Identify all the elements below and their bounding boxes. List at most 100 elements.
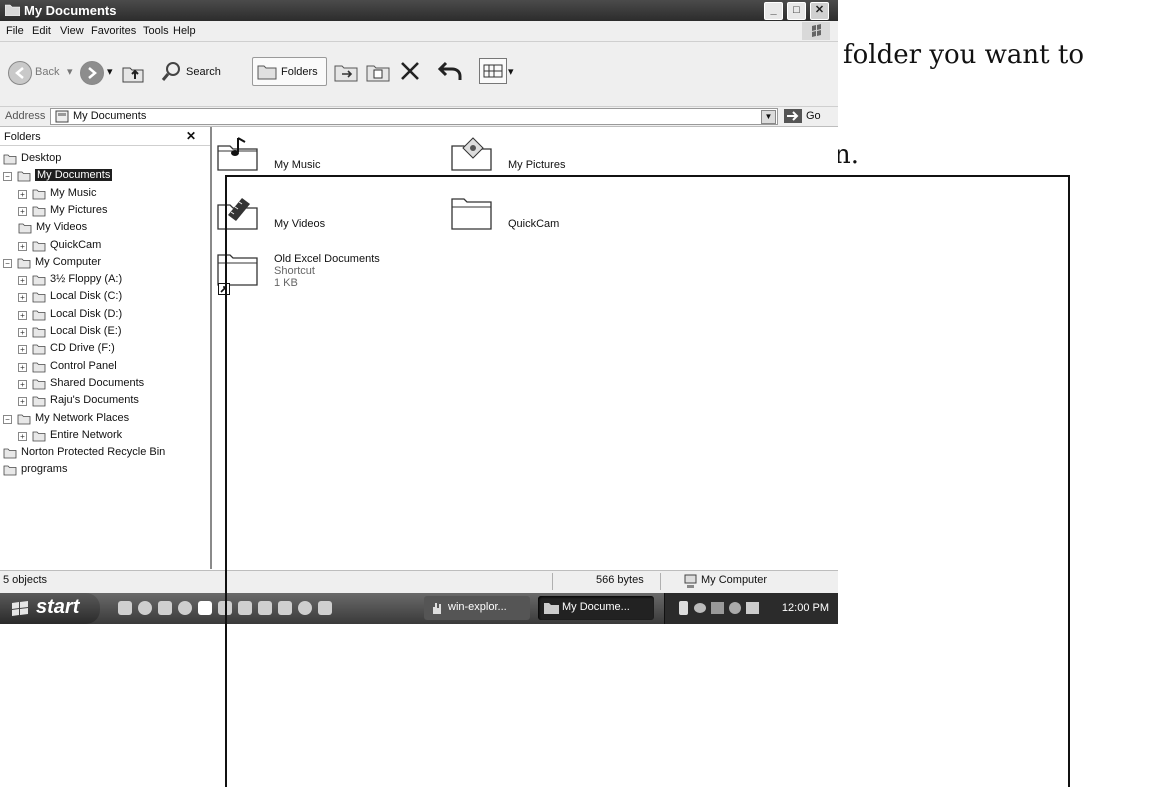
page-text-fragment-1: folder you want to: [843, 40, 1084, 70]
floppy-icon: [32, 275, 46, 286]
views-icon[interactable]: [479, 58, 507, 84]
minimize-button[interactable]: _: [764, 2, 783, 20]
music-folder-icon: [217, 137, 258, 171]
cd-drive-icon: [32, 344, 46, 355]
collapse-icon[interactable]: −: [3, 172, 12, 182]
videos-folder-icon: [18, 223, 32, 234]
views-dropdown-icon[interactable]: ▾: [508, 65, 514, 78]
tree-item-label: My Computer: [35, 255, 102, 268]
browser-icon[interactable]: [138, 601, 152, 615]
start-button[interactable]: start: [0, 593, 100, 624]
start-label: start: [36, 596, 80, 618]
tree-item-label: programs: [21, 463, 68, 476]
copy-to-icon[interactable]: [365, 58, 391, 84]
folders-icon: [257, 65, 277, 80]
tree-item-label: 3½ Floppy (A:): [50, 273, 123, 286]
expand-icon[interactable]: +: [18, 397, 27, 407]
maximize-button[interactable]: □: [787, 2, 806, 20]
windows-flag-icon: [12, 601, 28, 616]
address-input[interactable]: My Documents ▼: [50, 108, 778, 125]
tree-item-label: Entire Network: [50, 428, 123, 441]
expand-icon[interactable]: +: [18, 328, 27, 337]
title-bar[interactable]: My Documents _ □ ✕: [0, 0, 838, 21]
word-icon[interactable]: [198, 601, 212, 615]
close-pane-icon[interactable]: ✕: [186, 129, 196, 143]
expand-icon[interactable]: +: [18, 345, 27, 355]
forward-dropdown-icon[interactable]: ▾: [107, 65, 113, 78]
delete-icon[interactable]: [399, 60, 421, 82]
menu-tools[interactable]: Tools: [143, 25, 169, 37]
disk-icon: [32, 292, 46, 303]
status-object-count: 5 objects: [3, 574, 48, 586]
computer-icon: [17, 258, 31, 269]
menu-view[interactable]: View: [60, 25, 84, 37]
folders-label: Folders: [281, 66, 318, 78]
globe-icon: [32, 431, 46, 442]
window-title: My Documents: [24, 3, 117, 18]
expand-icon[interactable]: +: [18, 379, 27, 389]
folder-icon: [32, 379, 46, 390]
quicklaunch-icon[interactable]: [118, 601, 132, 615]
close-button[interactable]: ✕: [810, 2, 829, 20]
network-icon: [17, 414, 31, 424]
folder-icon: [32, 241, 46, 251]
menu-help[interactable]: Help: [173, 25, 196, 37]
tree-item-label: Raju's Documents: [50, 394, 139, 407]
pictures-folder-icon: [451, 137, 492, 171]
menu-file[interactable]: File: [6, 25, 24, 37]
tree-item-label: QuickCam: [50, 238, 102, 251]
expand-icon[interactable]: +: [18, 362, 27, 372]
tree-item-label: My Videos: [36, 221, 88, 234]
documents-icon: [55, 110, 69, 123]
pictures-folder-icon: [32, 206, 46, 217]
menu-favorites[interactable]: Favorites: [91, 25, 136, 37]
user-icon[interactable]: [178, 601, 192, 615]
folders-button[interactable]: Folders: [252, 57, 327, 86]
address-dropdown-icon[interactable]: ▼: [761, 110, 776, 124]
quicklaunch-icon[interactable]: [158, 601, 172, 615]
expand-icon[interactable]: +: [18, 241, 27, 251]
file-item-label: My Music: [274, 159, 321, 171]
collapse-icon[interactable]: −: [3, 258, 12, 268]
tree-item-label: My Music: [50, 186, 97, 199]
tree-item-label: My Network Places: [35, 411, 130, 424]
callout-line: [225, 175, 1070, 787]
search-button[interactable]: Search: [186, 66, 221, 78]
folders-pane-header: Folders ✕: [0, 127, 210, 146]
forward-arrow-icon[interactable]: [80, 61, 104, 85]
music-folder-icon: [32, 189, 46, 199]
tree-item-label: CD Drive (F:): [50, 342, 115, 355]
address-bar: Address My Documents ▼ Go: [0, 107, 838, 127]
recycle-bin-icon: [3, 448, 17, 459]
menu-bar: File Edit View Favorites Tools Help: [0, 21, 838, 42]
back-arrow-icon[interactable]: [8, 61, 32, 85]
windows-logo-icon: [802, 22, 830, 40]
expand-icon[interactable]: +: [18, 293, 27, 303]
menu-edit[interactable]: Edit: [32, 25, 51, 37]
tree-item-label: Norton Protected Recycle Bin: [21, 446, 166, 459]
search-icon[interactable]: [161, 60, 183, 82]
back-button[interactable]: Back: [35, 66, 59, 78]
collapse-icon[interactable]: −: [3, 414, 12, 424]
expand-icon[interactable]: +: [18, 276, 27, 286]
desktop-icon: [3, 154, 17, 165]
expand-icon[interactable]: +: [18, 206, 27, 216]
expand-icon[interactable]: +: [18, 310, 27, 320]
tree-item-label: Local Disk (C:): [50, 290, 123, 303]
tree-item-label: Shared Documents: [50, 376, 145, 389]
undo-icon[interactable]: [437, 59, 463, 83]
expand-icon[interactable]: +: [18, 189, 27, 199]
go-button[interactable]: Go: [806, 110, 821, 122]
control-panel-icon: [32, 362, 46, 372]
folder-icon: [32, 396, 46, 407]
up-folder-icon[interactable]: [121, 60, 145, 84]
move-to-icon[interactable]: [333, 58, 359, 84]
address-value: My Documents: [73, 110, 147, 122]
tree-item-label: Control Panel: [50, 359, 117, 372]
tree-item-label: Desktop: [21, 152, 62, 164]
file-item-label: My Pictures: [508, 159, 566, 171]
folder-window-icon: [5, 4, 20, 16]
go-arrow-icon[interactable]: [784, 109, 802, 123]
expand-icon[interactable]: +: [18, 431, 27, 441]
back-dropdown-icon[interactable]: ▾: [67, 65, 73, 78]
